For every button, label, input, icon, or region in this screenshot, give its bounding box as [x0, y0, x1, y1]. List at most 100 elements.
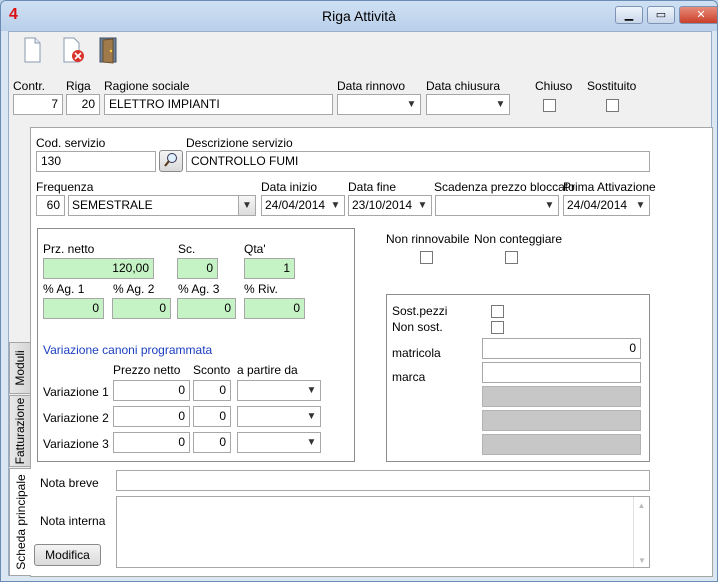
minimize-button[interactable]: ▁ — [615, 6, 643, 24]
delete-document-icon[interactable] — [61, 36, 87, 64]
data-fine-select[interactable]: 23/10/2014 ▼ — [348, 195, 432, 216]
sost-pezzi-checkbox[interactable] — [491, 305, 504, 318]
ag1-field[interactable]: 0 — [43, 298, 104, 319]
variazione-2-data[interactable]: ▼ — [237, 406, 321, 427]
non-conteggiare-label: Non conteggiare — [474, 232, 563, 246]
frequenza-number-field[interactable]: 60 — [36, 195, 65, 216]
chevron-down-icon: ▼ — [306, 437, 317, 448]
chevron-down-icon: ▼ — [417, 200, 428, 211]
new-document-icon[interactable] — [21, 36, 43, 64]
window-title: Riga Attività — [322, 8, 396, 24]
col-prezzo-netto: Prezzo netto — [113, 363, 181, 377]
scadenza-prezzo-label: Scadenza prezzo bloccato — [434, 180, 575, 194]
variazione-2-label: Variazione 2 — [43, 411, 109, 425]
data-inizio-select[interactable]: 24/04/2014 ▼ — [261, 195, 345, 216]
variazione-1-sconto[interactable]: 0 — [193, 380, 231, 401]
nota-interna-scrollbar[interactable]: ▲ ▼ — [633, 497, 649, 567]
scroll-up-icon: ▲ — [637, 501, 646, 510]
sconto-field[interactable]: 0 — [177, 258, 218, 279]
chevron-down-icon: ▼ — [635, 200, 646, 211]
sostituito-checkbox[interactable] — [606, 99, 619, 112]
variazione-1-label: Variazione 1 — [43, 385, 109, 399]
data-rinnovo-select[interactable]: ▼ — [337, 94, 421, 115]
riv-field[interactable]: 0 — [244, 298, 305, 319]
chevron-down-icon: ▼ — [495, 99, 506, 110]
contr-field[interactable]: 7 — [13, 94, 63, 115]
marca-field[interactable] — [482, 362, 641, 383]
col-sconto: Sconto — [193, 363, 231, 377]
variazione-1-prezzo[interactable]: 0 — [113, 380, 190, 401]
exit-door-icon[interactable] — [97, 36, 121, 64]
ragione-sociale-field[interactable]: ELETTRO IMPIANTI — [104, 94, 333, 115]
descrizione-servizio-field[interactable]: CONTROLLO FUMI — [186, 151, 650, 172]
qta-label: Qta' — [244, 242, 266, 256]
title-bar: 4 Riga Attività ▁ ▭ ✕ — [1, 1, 717, 31]
data-fine-label: Data fine — [348, 180, 397, 194]
chevron-down-icon: ▼ — [238, 196, 255, 215]
matricola-field[interactable]: 0 — [482, 338, 641, 359]
tab-content-scheda-principale: Cod. servizio 130 Descrizione servizio C… — [30, 127, 713, 577]
chevron-down-icon: ▼ — [306, 411, 317, 422]
ag1-label: % Ag. 1 — [43, 282, 85, 296]
variazione-3-prezzo[interactable]: 0 — [113, 432, 190, 453]
tab-scheda-principale[interactable]: Scheda principale — [9, 468, 31, 576]
ag2-label: % Ag. 2 — [113, 282, 155, 296]
tab-moduli[interactable]: Moduli — [9, 342, 31, 394]
prices-panel: Prz. netto 120,00 Sc. 0 Qta' 1 % Ag. 1 0… — [37, 228, 355, 462]
sost-pezzi-label: Sost.pezzi — [392, 304, 448, 318]
tab-fatturazione[interactable]: Fatturazione — [9, 395, 31, 467]
prima-attivazione-label: Prima Attivazione — [563, 180, 656, 194]
scroll-down-icon: ▼ — [638, 556, 646, 565]
variazione-3-data[interactable]: ▼ — [237, 432, 321, 453]
prima-attivazione-select[interactable]: 24/04/2014 ▼ — [563, 195, 650, 216]
variazione-3-label: Variazione 3 — [43, 437, 109, 451]
modifica-button[interactable]: Modifica — [34, 544, 101, 566]
ag3-field[interactable]: 0 — [177, 298, 236, 319]
tab-container: Moduli Fatturazione Scheda principale Co… — [9, 127, 713, 577]
non-rinnovabile-label: Non rinnovabile — [386, 232, 470, 246]
ragione-sociale-label: Ragione sociale — [104, 79, 190, 93]
variazione-2-sconto[interactable]: 0 — [193, 406, 231, 427]
frequenza-select[interactable]: SEMESTRALE ▼ — [68, 195, 256, 216]
variazione-2-prezzo[interactable]: 0 — [113, 406, 190, 427]
data-inizio-label: Data inizio — [261, 180, 318, 194]
nota-breve-field[interactable] — [116, 470, 650, 491]
riv-label: % Riv. — [244, 282, 278, 296]
qta-field[interactable]: 1 — [244, 258, 295, 279]
data-chiusura-select[interactable]: ▼ — [426, 94, 510, 115]
magnifier-icon — [164, 153, 177, 167]
contr-label: Contr. — [13, 79, 46, 93]
search-button[interactable] — [159, 150, 183, 172]
maximize-button[interactable]: ▭ — [647, 6, 675, 24]
ag3-label: % Ag. 3 — [178, 282, 220, 296]
variazione-1-data[interactable]: ▼ — [237, 380, 321, 401]
chevron-down-icon: ▼ — [544, 200, 555, 211]
scadenza-prezzo-select[interactable]: ▼ — [435, 195, 559, 216]
prz-netto-field[interactable]: 120,00 — [43, 258, 154, 279]
parts-panel: Sost.pezzi Non sost. matricola 0 marca — [386, 294, 650, 462]
chevron-down-icon: ▼ — [306, 385, 317, 396]
riga-field[interactable]: 20 — [66, 94, 100, 115]
close-button[interactable]: ✕ — [679, 6, 717, 24]
chevron-down-icon: ▼ — [406, 99, 417, 110]
nota-interna-label: Nota interna — [40, 514, 106, 528]
descrizione-servizio-label: Descrizione servizio — [186, 136, 293, 150]
non-sost-label: Non sost. — [392, 320, 443, 334]
cod-servizio-field[interactable]: 130 — [36, 151, 156, 172]
sostituito-label: Sostituito — [587, 79, 637, 93]
variazione-title: Variazione canoni programmata — [43, 343, 213, 357]
non-sost-checkbox[interactable] — [491, 321, 504, 334]
chevron-down-icon: ▼ — [330, 200, 341, 211]
matricola-label: matricola — [392, 346, 441, 360]
chiuso-checkbox[interactable] — [543, 99, 556, 112]
col-a-partire-da: a partire da — [237, 363, 298, 377]
ag2-field[interactable]: 0 — [112, 298, 171, 319]
non-conteggiare-checkbox[interactable] — [505, 251, 518, 264]
non-rinnovabile-checkbox[interactable] — [420, 251, 433, 264]
data-chiusura-label: Data chiusura — [426, 79, 501, 93]
main-window: 4 Riga Attività ▁ ▭ ✕ Contr. 7 Riga 20 R… — [0, 0, 718, 582]
variazione-3-sconto[interactable]: 0 — [193, 432, 231, 453]
frequenza-label: Frequenza — [36, 180, 94, 194]
nota-interna-field[interactable] — [116, 496, 650, 568]
riga-label: Riga — [66, 79, 91, 93]
